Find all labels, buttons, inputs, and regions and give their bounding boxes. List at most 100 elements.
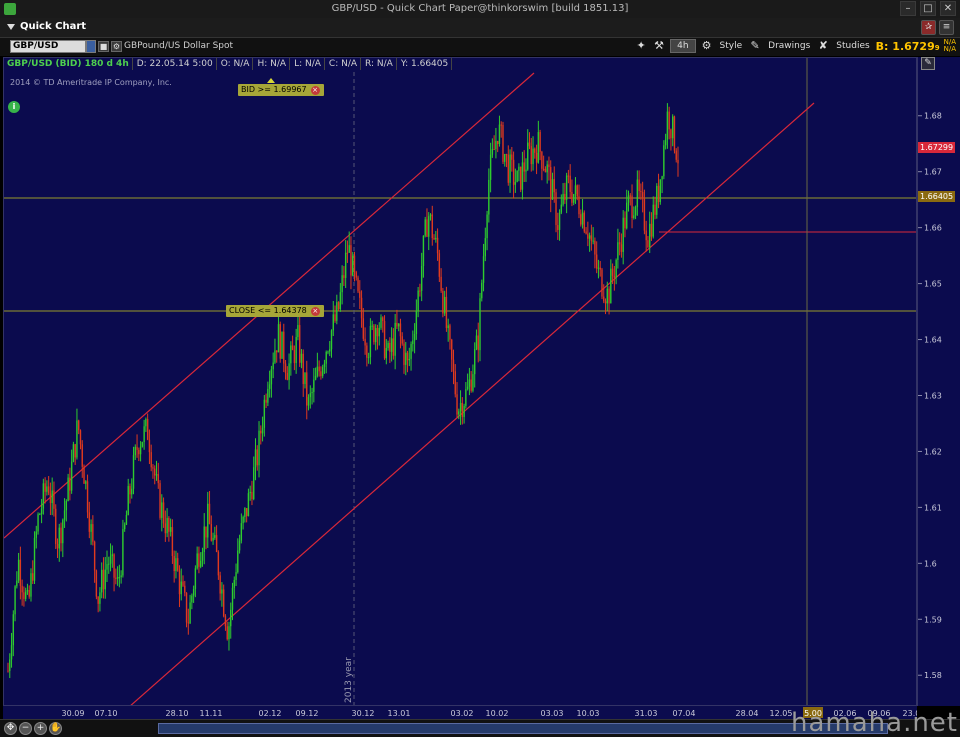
app-icon (4, 3, 16, 15)
candle-body (185, 592, 188, 623)
window-title: GBP/USD - Quick Chart Paper@thinkorswim … (331, 3, 629, 14)
wrench-icon[interactable]: ⚒ (652, 39, 666, 53)
axis-settings-icon[interactable]: ✎ (921, 57, 935, 70)
timeframe-button[interactable]: 4h (670, 39, 696, 53)
candle-body (633, 215, 635, 218)
y-tick-label: 1.58 (924, 671, 942, 680)
candle-body (657, 185, 660, 203)
candle-body (214, 535, 216, 538)
candle-body (21, 585, 23, 593)
candle-body (525, 169, 527, 172)
pin-icon[interactable]: ✰ (921, 20, 936, 35)
style-button[interactable]: Style (718, 41, 745, 51)
x-tick-label: 02.12 (259, 709, 282, 718)
candle-body (571, 192, 573, 203)
close-icon[interactable]: ✕ (940, 1, 956, 16)
candle-body (201, 551, 204, 561)
candle-body (316, 366, 319, 376)
bid-price-suffix: 9 (934, 43, 940, 52)
watermark: hamaha.net (790, 708, 958, 737)
candle-body (12, 614, 15, 646)
candle-body (405, 352, 407, 365)
chart-area[interactable]: 2013 year (3, 57, 917, 706)
ohlc-info-row: GBP/USD (BID) 180 d 4h D: 22.05.14 5:00 … (4, 58, 453, 70)
candle-body (643, 198, 646, 231)
candle-body (37, 514, 39, 532)
candle-body (166, 518, 168, 534)
pan-icon[interactable]: ✥ (4, 722, 17, 735)
x-tick-label: 30.09 (62, 709, 85, 718)
candle-body (276, 350, 278, 353)
candle-body (484, 238, 487, 257)
candle-body (451, 339, 453, 360)
candle-body (323, 363, 326, 368)
candle-body (394, 322, 396, 356)
collapse-arrow-icon[interactable] (7, 24, 15, 30)
symbol-input[interactable]: GBP/USD (10, 40, 86, 53)
symbol-dropdown-icon[interactable] (86, 40, 96, 53)
candle-body (622, 217, 624, 252)
y-tick-label: 1.6 (924, 559, 937, 568)
studies-button[interactable]: Studies (834, 41, 871, 51)
candle-body (615, 259, 617, 278)
candle-body (311, 391, 313, 394)
candle-body (403, 343, 405, 365)
candle-body (325, 351, 327, 364)
candle-body (221, 589, 223, 594)
close-alert-label: CLOSE <= 1.64378 (229, 306, 307, 315)
bid-alert[interactable]: BID >= 1.69967 × (238, 84, 324, 96)
candle-body (272, 362, 274, 370)
zoom-out-icon[interactable]: − (19, 722, 32, 735)
candle-body (203, 526, 205, 552)
hand-icon[interactable]: ✋ (49, 722, 62, 735)
y-tick-label: 1.61 (924, 503, 942, 512)
toolbar-right: ✦ ⚒ 4h ⚙ Style ✎ Drawings ✘ Studies B: 1… (634, 39, 956, 53)
menu-icon[interactable]: ≡ (939, 20, 954, 35)
candle-body (470, 379, 472, 391)
info-open: O: N/A (217, 58, 254, 70)
candle-body (46, 486, 48, 492)
remove-alert-icon[interactable]: × (310, 307, 320, 316)
candle-body (638, 179, 640, 192)
candle-body (548, 164, 550, 168)
candle-body (240, 523, 243, 541)
candle-body (479, 298, 481, 351)
candle-body (534, 148, 536, 153)
candle-body (465, 389, 467, 406)
candle-body (496, 140, 499, 144)
symbol-lookup-icon[interactable]: ■ (98, 41, 109, 52)
candle-body (155, 474, 158, 476)
candle-body (321, 367, 324, 377)
info-icon[interactable]: i (8, 101, 20, 113)
price-chart: 2013 year (4, 58, 916, 705)
close-alert[interactable]: CLOSE <= 1.64378 × (226, 305, 324, 317)
candle-body (627, 195, 630, 203)
candle-body (367, 357, 370, 359)
candle-body (369, 325, 372, 358)
candle-body (261, 427, 264, 434)
candle-body (283, 331, 285, 364)
x-tick-label: 31.03 (635, 709, 658, 718)
candle-body (19, 559, 22, 586)
candle-body (357, 277, 359, 292)
candle-body (171, 527, 174, 557)
minimize-icon[interactable]: – (900, 1, 916, 16)
tools-icon[interactable]: ✦ (634, 39, 648, 53)
remove-alert-icon[interactable]: × (310, 86, 320, 95)
candle-body (449, 325, 451, 340)
symbol-line: GBP/USD (BID) 180 d 4h (4, 58, 133, 70)
zoom-in-icon[interactable]: + (34, 722, 47, 735)
chart-scrollbar[interactable] (158, 723, 888, 734)
x-tick-label: 12.05 (770, 709, 793, 718)
candle-body (307, 397, 310, 406)
drawings-button[interactable]: Drawings (766, 41, 812, 51)
info-range: R: N/A (362, 58, 397, 70)
candle-body (431, 214, 433, 239)
candle-body (270, 369, 273, 385)
candle-body (93, 541, 96, 571)
maximize-icon[interactable]: □ (920, 1, 936, 16)
candle-body (55, 508, 57, 544)
bid-price: B: 1.67299 (875, 39, 940, 53)
candle-body (332, 314, 334, 331)
settings-icon[interactable]: ⚙ (111, 41, 122, 52)
